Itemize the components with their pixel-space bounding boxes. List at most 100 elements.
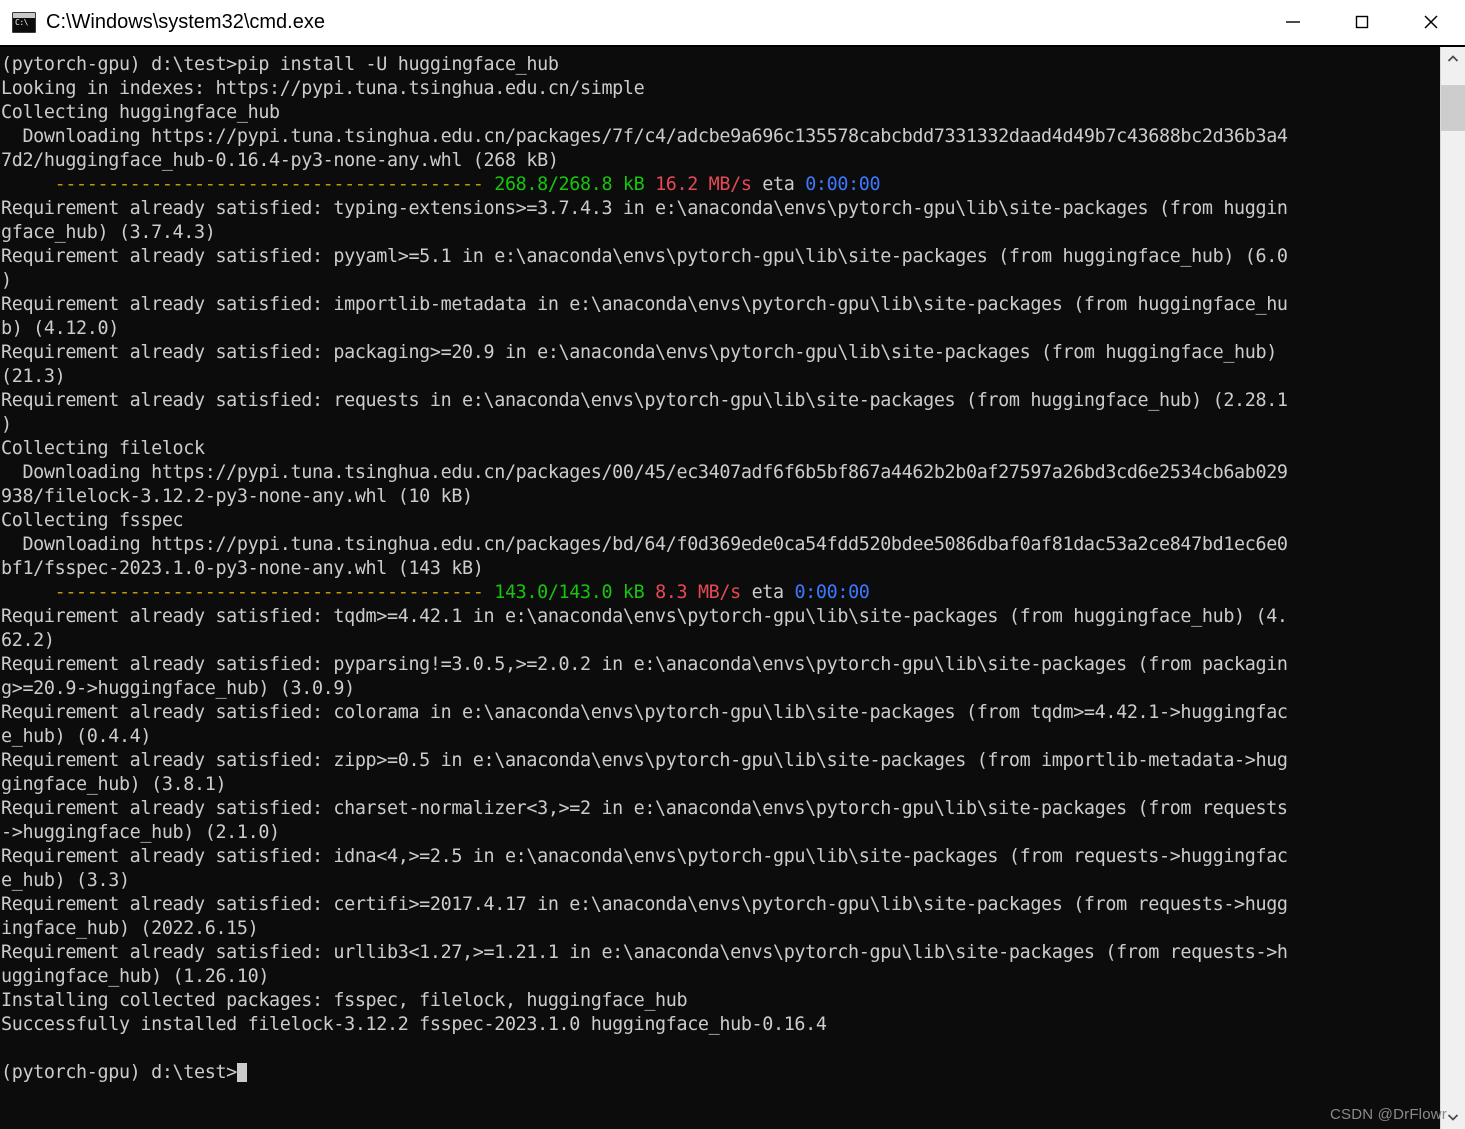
console-line: Downloading https://pypi.tuna.tsinghua.e… xyxy=(1,125,1440,149)
console-line: Downloading https://pypi.tuna.tsinghua.e… xyxy=(1,533,1440,557)
console-line-text: 62.2) xyxy=(1,630,55,651)
console-line: Requirement already satisfied: importlib… xyxy=(1,293,1440,317)
console-line-text: Requirement already satisfied: importlib… xyxy=(1,294,1288,315)
scrollbar-track[interactable] xyxy=(1441,71,1465,1105)
console-line-text: Requirement already satisfied: zipp>=0.5… xyxy=(1,750,1288,771)
console-line: (pytorch-gpu) d:\test> xyxy=(1,1061,1440,1085)
console-line: ) xyxy=(1,269,1440,293)
console-line-text: 938/filelock-3.12.2-py3-none-any.whl (10… xyxy=(1,486,473,507)
console-area: (pytorch-gpu) d:\test>pip install -U hug… xyxy=(0,45,1465,1129)
console-line-text: e_hub) (3.3) xyxy=(1,870,130,891)
console-line: Successfully installed filelock-3.12.2 f… xyxy=(1,1013,1440,1037)
console-line-text: e_hub) (0.4.4) xyxy=(1,726,152,747)
console-line: Collecting huggingface_hub xyxy=(1,101,1440,125)
console-line: e_hub) (3.3) xyxy=(1,869,1440,893)
console-line-text: ->huggingface_hub) (2.1.0) xyxy=(1,822,280,843)
scrollbar-thumb[interactable] xyxy=(1441,85,1465,131)
console-line-text: uggingface_hub) (1.26.10) xyxy=(1,966,270,987)
console-line: (21.3) xyxy=(1,365,1440,389)
console-line-text: g>=20.9->huggingface_hub) (3.0.9) xyxy=(1,678,355,699)
title-bar-left: C:\ C:\Windows\system32\cmd.exe xyxy=(0,11,325,34)
console-line-text: Collecting fsspec xyxy=(1,510,184,531)
console-line-text: ) xyxy=(1,414,12,435)
console-line: 7d2/huggingface_hub-0.16.4-py3-none-any.… xyxy=(1,149,1440,173)
console-line-text: ) xyxy=(1,270,12,291)
console-line: ----------------------------------------… xyxy=(1,581,1440,605)
console-line: Requirement already satisfied: charset-n… xyxy=(1,797,1440,821)
console-line: Requirement already satisfied: pyparsing… xyxy=(1,653,1440,677)
console-line: Requirement already satisfied: pyyaml>=5… xyxy=(1,245,1440,269)
console-line: Requirement already satisfied: packaging… xyxy=(1,341,1440,365)
console-line-text: Requirement already satisfied: idna<4,>=… xyxy=(1,846,1288,867)
console-line-text: Requirement already satisfied: requests … xyxy=(1,390,1288,411)
scroll-down-arrow[interactable] xyxy=(1441,1105,1465,1129)
console-line: Looking in indexes: https://pypi.tuna.ts… xyxy=(1,77,1440,101)
console-line-text: Successfully installed filelock-3.12.2 f… xyxy=(1,1014,827,1035)
console-line-text: ingface_hub) (2022.6.15) xyxy=(1,918,259,939)
console-line: gingface_hub) (3.8.1) xyxy=(1,773,1440,797)
console-line-text: Collecting filelock xyxy=(1,438,205,459)
chevron-up-icon xyxy=(1447,55,1459,62)
console-line: 938/filelock-3.12.2-py3-none-any.whl (10… xyxy=(1,485,1440,509)
progress-eta-label: eta xyxy=(740,582,785,603)
console-icon-prompt-glyph: C:\ xyxy=(15,17,28,27)
console-line-text: Requirement already satisfied: pyyaml>=5… xyxy=(1,246,1288,267)
progress-eta-value: 0:00:00 xyxy=(783,582,870,603)
maximize-button[interactable] xyxy=(1327,0,1396,44)
console-output[interactable]: (pytorch-gpu) d:\test>pip install -U hug… xyxy=(0,47,1440,1129)
console-line: e_hub) (0.4.4) xyxy=(1,725,1440,749)
progress-speed: 16.2 MB/s xyxy=(644,174,752,195)
minimize-icon xyxy=(1285,21,1300,23)
console-line: Installing collected packages: fsspec, f… xyxy=(1,989,1440,1013)
console-line: Requirement already satisfied: zipp>=0.5… xyxy=(1,749,1440,773)
console-line-text: Requirement already satisfied: charset-n… xyxy=(1,798,1288,819)
progress-speed: 8.3 MB/s xyxy=(644,582,741,603)
console-line-list: (pytorch-gpu) d:\test>pip install -U hug… xyxy=(0,53,1440,1085)
vertical-scrollbar[interactable] xyxy=(1440,47,1465,1129)
window-controls xyxy=(1258,0,1465,44)
console-line: b) (4.12.0) xyxy=(1,317,1440,341)
console-line: 62.2) xyxy=(1,629,1440,653)
close-icon xyxy=(1423,15,1438,29)
title-bar[interactable]: C:\ C:\Windows\system32\cmd.exe xyxy=(0,0,1465,45)
console-line-text: Requirement already satisfied: tqdm>=4.4… xyxy=(1,606,1288,627)
console-line-text: Requirement already satisfied: urllib3<1… xyxy=(1,942,1288,963)
console-line-text: Collecting huggingface_hub xyxy=(1,102,280,123)
console-line: Requirement already satisfied: requests … xyxy=(1,389,1440,413)
scroll-up-arrow[interactable] xyxy=(1441,47,1465,71)
console-line: Requirement already satisfied: certifi>=… xyxy=(1,893,1440,917)
console-line: Requirement already satisfied: typing-ex… xyxy=(1,197,1440,221)
console-line: g>=20.9->huggingface_hub) (3.0.9) xyxy=(1,677,1440,701)
console-line-text: Requirement already satisfied: certifi>=… xyxy=(1,894,1288,915)
console-line-text: gface_hub) (3.7.4.3) xyxy=(1,222,216,243)
progress-size: 143.0/143.0 kB xyxy=(483,582,645,603)
maximize-icon xyxy=(1355,15,1368,29)
console-line: Collecting filelock xyxy=(1,437,1440,461)
text-cursor xyxy=(236,1063,247,1082)
console-line-text: Downloading https://pypi.tuna.tsinghua.e… xyxy=(1,462,1288,483)
console-line: Downloading https://pypi.tuna.tsinghua.e… xyxy=(1,461,1440,485)
progress-size: 268.8/268.8 kB xyxy=(483,174,645,195)
minimize-button[interactable] xyxy=(1258,0,1327,44)
console-line-text: 7d2/huggingface_hub-0.16.4-py3-none-any.… xyxy=(1,150,559,171)
console-line-text: Looking in indexes: https://pypi.tuna.ts… xyxy=(1,78,645,99)
console-line: uggingface_hub) (1.26.10) xyxy=(1,965,1440,989)
window-title: C:\Windows\system32\cmd.exe xyxy=(46,10,325,33)
console-line-text: (pytorch-gpu) d:\test> xyxy=(1,1062,237,1083)
console-line-text: Installing collected packages: fsspec, f… xyxy=(1,990,688,1011)
console-line: gface_hub) (3.7.4.3) xyxy=(1,221,1440,245)
console-line: ----------------------------------------… xyxy=(1,173,1440,197)
close-button[interactable] xyxy=(1396,0,1465,44)
console-line-text: bf1/fsspec-2023.1.0-py3-none-any.whl (14… xyxy=(1,558,484,579)
console-icon: C:\ xyxy=(12,11,36,33)
console-line: Requirement already satisfied: tqdm>=4.4… xyxy=(1,605,1440,629)
console-line: ) xyxy=(1,413,1440,437)
console-line-text: (pytorch-gpu) d:\test>pip install -U hug… xyxy=(1,54,559,75)
console-line-text: Downloading https://pypi.tuna.tsinghua.e… xyxy=(1,534,1288,555)
console-line: (pytorch-gpu) d:\test>pip install -U hug… xyxy=(1,53,1440,77)
console-line-text: b) (4.12.0) xyxy=(1,318,119,339)
console-line-text: Downloading https://pypi.tuna.tsinghua.e… xyxy=(1,126,1288,147)
console-line: ->huggingface_hub) (2.1.0) xyxy=(1,821,1440,845)
console-line-text: (21.3) xyxy=(1,366,66,387)
